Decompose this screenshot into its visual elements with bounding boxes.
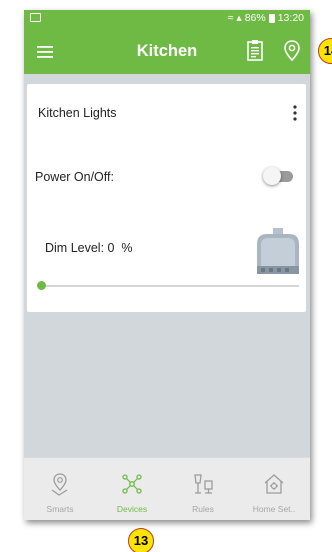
devices-icon <box>122 474 142 494</box>
nav-item-devices[interactable]: Devices <box>96 458 168 520</box>
battery-icon <box>268 13 275 23</box>
nav-item-home-settings[interactable]: Home Set.. <box>238 458 310 520</box>
power-toggle-thumb <box>263 167 281 185</box>
nav-label-smarts: Smarts <box>46 504 74 514</box>
status-bar: ≈ ▴ 86% 13:20 <box>24 10 310 28</box>
device-card: Kitchen Lights Power On/Off: Dim Level: … <box>27 84 306 312</box>
clipboard-icon[interactable] <box>245 39 265 63</box>
nav-label-home-settings: Home Set.. <box>252 504 296 514</box>
app-bar: Kitchen <box>24 28 310 74</box>
kebab-menu-icon[interactable] <box>292 104 298 122</box>
rules-icon <box>194 474 213 494</box>
device-title: Kitchen Lights <box>38 106 117 120</box>
callout-badge-13: 13 <box>128 528 154 552</box>
nav-item-rules[interactable]: Rules <box>167 458 239 520</box>
dim-level-slider[interactable] <box>37 280 299 292</box>
slider-rail <box>39 285 299 287</box>
wifi-signal-icon: ≈ <box>227 12 234 24</box>
power-label: Power On/Off: <box>35 170 114 184</box>
page-title: Kitchen <box>136 42 198 60</box>
location-pin-icon[interactable] <box>282 39 302 63</box>
status-indicators: ≈ ▴ 86% 13:20 <box>228 12 304 24</box>
power-toggle[interactable] <box>261 166 297 186</box>
dim-level-label: Dim Level: 0 % <box>45 241 133 255</box>
gallery-notification-icon <box>30 13 41 22</box>
nav-label-devices: Devices <box>116 504 148 514</box>
clock: 13:20 <box>277 12 304 24</box>
smarts-icon <box>51 473 68 496</box>
slider-thumb[interactable] <box>37 281 46 290</box>
callout-badge-14: 14 <box>318 38 332 64</box>
nav-label-rules: Rules <box>192 504 214 514</box>
nav-item-smarts[interactable]: Smarts <box>24 458 96 520</box>
bottom-navigation: Smarts Devices Rules Home Set.. <box>24 457 310 520</box>
battery-percent: 86% <box>244 12 266 24</box>
home-settings-icon <box>264 474 284 494</box>
dimmer-module-icon <box>257 228 299 274</box>
phone-screen: ≈ ▴ 86% 13:20 Kitchen Kitchen Lights Pow… <box>24 10 310 520</box>
cell-signal-icon: ▴ <box>236 12 242 24</box>
